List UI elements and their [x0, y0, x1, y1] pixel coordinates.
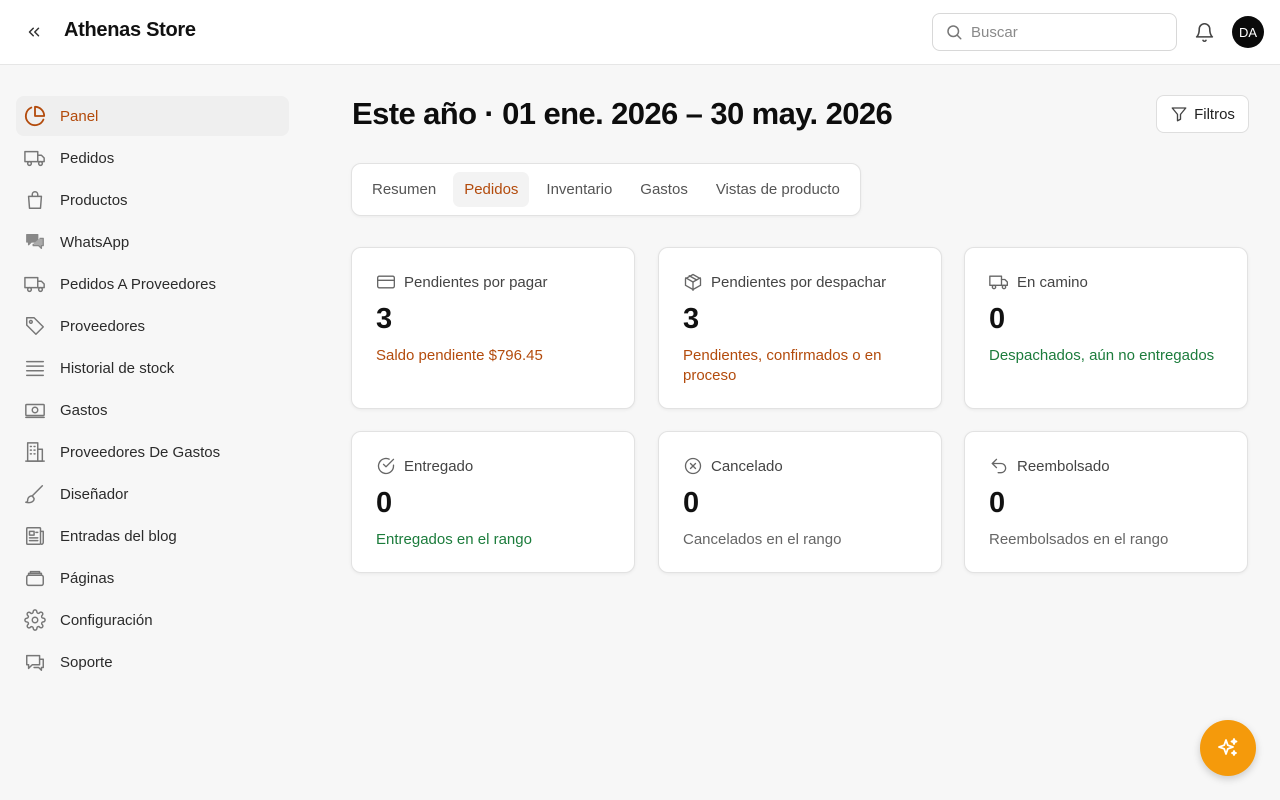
- tag-icon: [24, 315, 46, 337]
- card-subtitle: Pendientes, confirmados o en proceso: [683, 346, 882, 384]
- sidebar-item-label: Soporte: [60, 653, 113, 671]
- sidebar-item-configuracion[interactable]: Configuración: [16, 600, 289, 640]
- search-input[interactable]: [971, 23, 1161, 41]
- search-box[interactable]: [932, 13, 1177, 51]
- sidebar-item-pedidos-proveedores[interactable]: Pedidos A Proveedores: [16, 264, 289, 304]
- ai-assistant-button[interactable]: [1200, 720, 1256, 776]
- store-name: Athenas Store: [64, 19, 196, 41]
- sidebar-item-label: Entradas del blog: [60, 527, 177, 545]
- sidebar-item-label: Diseñador: [60, 485, 129, 503]
- card-subtitle: Cancelados en el rango: [683, 530, 842, 548]
- card-title: Cancelado: [711, 457, 783, 475]
- card-title: Pendientes por pagar: [404, 273, 548, 291]
- sidebar-item-label: Configuración: [60, 611, 153, 629]
- notifications-button[interactable]: [1190, 18, 1218, 46]
- tab-bar: Resumen Pedidos Inventario Gastos Vistas…: [351, 163, 861, 216]
- sidebar-item-disenador[interactable]: Diseñador: [16, 474, 289, 514]
- credit-card-icon: [376, 272, 396, 292]
- support-chat-icon: [24, 651, 46, 673]
- collapse-sidebar-button[interactable]: [20, 18, 48, 46]
- truck-icon: [24, 147, 46, 169]
- x-circle-icon: [683, 456, 703, 476]
- undo-icon: [989, 456, 1009, 476]
- sidebar-item-panel[interactable]: Panel: [16, 96, 289, 136]
- tab-resumen[interactable]: Resumen: [361, 172, 447, 207]
- tab-inventario[interactable]: Inventario: [535, 172, 623, 207]
- truck-icon: [989, 272, 1009, 292]
- tab-pedidos[interactable]: Pedidos: [453, 172, 530, 207]
- sidebar-item-paginas[interactable]: Páginas: [16, 558, 289, 598]
- stat-card-cancelado[interactable]: Cancelado 0 Cancelados en el rango: [658, 431, 942, 573]
- sidebar-item-label: Productos: [60, 191, 128, 209]
- sidebar-item-label: Proveedores: [60, 317, 146, 335]
- card-value: 0: [683, 487, 700, 519]
- page-title: Este año · 01 ene. 2026 – 30 may. 2026: [352, 96, 893, 131]
- newspaper-icon: [24, 525, 46, 547]
- bell-icon: [1195, 22, 1213, 42]
- sidebar-item-label: Gastos: [60, 401, 108, 419]
- sparkles-icon: [1218, 738, 1238, 756]
- truck-icon: [24, 273, 46, 295]
- card-value: 0: [376, 487, 393, 519]
- card-subtitle: Entregados en el rango: [376, 530, 532, 548]
- stat-card-reembolsado[interactable]: Reembolsado 0 Reembolsados en el rango: [964, 431, 1248, 573]
- avatar[interactable]: DA: [1232, 16, 1264, 48]
- banknote-icon: [24, 399, 46, 421]
- card-value: 0: [989, 487, 1006, 519]
- filters-label: Filtros: [1194, 105, 1235, 123]
- card-value: 0: [989, 303, 1006, 335]
- sidebar-item-soporte[interactable]: Soporte: [16, 642, 289, 682]
- filter-icon: [1170, 105, 1188, 123]
- building-icon: [24, 441, 46, 463]
- gear-icon: [24, 609, 46, 631]
- tab-gastos[interactable]: Gastos: [629, 172, 699, 207]
- sidebar-item-label: Historial de stock: [60, 359, 175, 377]
- chevrons-left-icon: [28, 27, 40, 37]
- stat-card-pendientes-despachar[interactable]: Pendientes por despachar 3 Pendientes, c…: [658, 247, 942, 409]
- search-icon: [947, 25, 962, 40]
- sidebar-item-whatsapp[interactable]: WhatsApp: [16, 222, 289, 262]
- sidebar-item-proveedores-gastos[interactable]: Proveedores De Gastos: [16, 432, 289, 472]
- sidebar-item-blog[interactable]: Entradas del blog: [16, 516, 289, 556]
- card-subtitle: Despachados, aún no entregados: [989, 346, 1215, 364]
- stat-card-entregado[interactable]: Entregado 0 Entregados en el rango: [351, 431, 635, 573]
- sidebar-item-label: Pedidos: [60, 149, 115, 167]
- sidebar-item-pedidos[interactable]: Pedidos: [16, 138, 289, 178]
- package-icon: [683, 272, 703, 292]
- check-circle-icon: [376, 456, 396, 476]
- card-title: En camino: [1017, 273, 1088, 291]
- card-value: 3: [683, 303, 700, 335]
- sidebar-item-label: Pedidos A Proveedores: [60, 275, 216, 293]
- sidebar-item-label: Panel: [60, 107, 99, 125]
- sidebar-item-label: Proveedores De Gastos: [60, 443, 221, 461]
- sidebar-item-productos[interactable]: Productos: [16, 180, 289, 220]
- sidebar-item-proveedores[interactable]: Proveedores: [16, 306, 289, 346]
- sidebar-item-gastos[interactable]: Gastos: [16, 390, 289, 430]
- pages-icon: [24, 567, 46, 589]
- stat-card-pendientes-pagar[interactable]: Pendientes por pagar 3 Saldo pendiente $…: [351, 247, 635, 409]
- top-header: Athenas Store DA: [0, 0, 1280, 65]
- paintbrush-icon: [24, 483, 46, 505]
- shopping-bag-icon: [24, 189, 46, 211]
- card-title: Reembolsado: [1017, 457, 1110, 475]
- chat-bubbles-icon: [24, 231, 46, 253]
- sidebar: Panel Pedidos Productos WhatsApp Pedidos…: [16, 96, 289, 684]
- card-subtitle: Saldo pendiente $796.45: [376, 346, 543, 364]
- filters-button[interactable]: Filtros: [1156, 95, 1249, 133]
- stack-icon: [24, 357, 46, 379]
- card-title: Pendientes por despachar: [711, 273, 887, 291]
- card-title: Entregado: [404, 457, 474, 475]
- sidebar-item-historial-stock[interactable]: Historial de stock: [16, 348, 289, 388]
- tab-vistas-producto[interactable]: Vistas de producto: [705, 172, 851, 207]
- card-value: 3: [376, 303, 393, 335]
- pie-chart-icon: [24, 105, 46, 127]
- card-subtitle: Reembolsados en el rango: [989, 530, 1169, 548]
- sidebar-item-label: Páginas: [60, 569, 115, 587]
- sidebar-item-label: WhatsApp: [60, 233, 130, 251]
- stat-card-en-camino[interactable]: En camino 0 Despachados, aún no entregad…: [964, 247, 1248, 409]
